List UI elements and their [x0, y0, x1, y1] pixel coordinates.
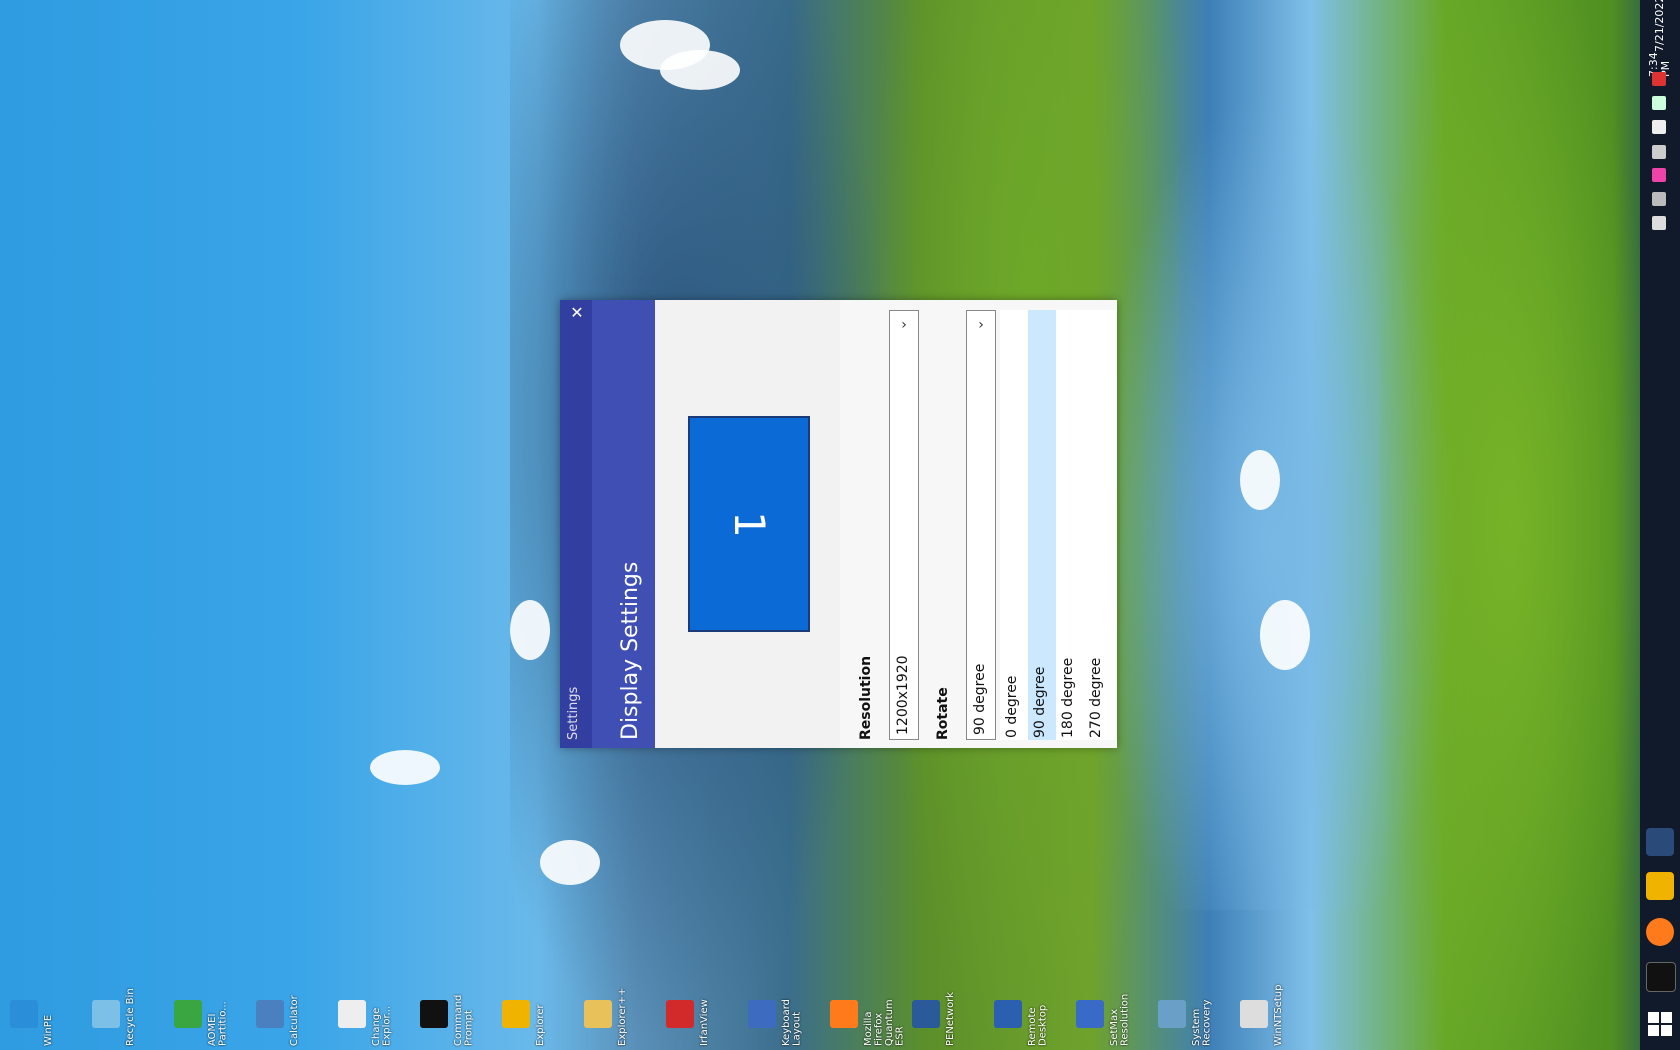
- wallpaper-grass-right: [1380, 0, 1640, 1050]
- app-icon: [748, 1000, 776, 1028]
- desktop-icon-label: Keyboard Layout: [781, 998, 803, 1046]
- app-icon: [256, 1000, 284, 1028]
- desktop-icon-label: Recycle Bin: [125, 988, 136, 1046]
- app-label: Settings: [566, 686, 581, 740]
- desktop-icon-label: IrfanView: [699, 999, 710, 1046]
- monitor-preview[interactable]: 1: [688, 416, 810, 632]
- taskbar-explorer-icon[interactable]: [1646, 872, 1674, 900]
- app-icon: [174, 1000, 202, 1028]
- app-icon: [666, 1000, 694, 1028]
- rotate-option-selected[interactable]: 90 degree: [1028, 310, 1056, 740]
- chevron-down-icon: ›: [901, 317, 907, 333]
- cloud: [1260, 600, 1310, 670]
- display-icon[interactable]: [1652, 192, 1666, 206]
- desktop-icon-label: Command Prompt: [453, 994, 475, 1046]
- usb-icon[interactable]: [1652, 120, 1666, 134]
- desktop-icon[interactable]: Mozilla Firefox Quantum ESR: [826, 986, 906, 1048]
- app-icon: [1158, 1000, 1186, 1028]
- rotate-value: 90 degree: [972, 663, 988, 735]
- desktop-icon[interactable]: Command Prompt: [416, 986, 488, 1048]
- desktop-icon[interactable]: Explorer: [498, 986, 570, 1048]
- display-settings-window: ✕ Settings Display Settings 1 Resolution…: [560, 300, 1117, 748]
- chevron-down-icon: ›: [978, 317, 984, 333]
- app-icon: [1076, 1000, 1104, 1028]
- taskbar-settings-icon[interactable]: [1646, 828, 1674, 856]
- close-icon[interactable]: ✕: [568, 304, 586, 322]
- desktop-icon[interactable]: PENetwork: [908, 986, 980, 1048]
- app-icon: [584, 1000, 612, 1028]
- desktop-icon[interactable]: Keyboard Layout: [744, 986, 816, 1048]
- keyboard-icon[interactable]: [1652, 145, 1666, 159]
- desktop-icon-label: Explorer: [535, 1004, 546, 1046]
- desktop-icon-label: Change Explor...: [371, 1005, 393, 1046]
- desktop-icon-label: WinPE: [43, 1014, 54, 1046]
- desktop-icon-label: Mozilla Firefox Quantum ESR: [863, 999, 906, 1046]
- resolution-label: Resolution: [858, 655, 874, 740]
- rotate-option[interactable]: 180 degree: [1056, 310, 1084, 740]
- desktop-icon[interactable]: WinPE: [6, 986, 78, 1048]
- desktop-icon[interactable]: IrfanView: [662, 986, 734, 1048]
- desktop-icon[interactable]: System Recovery: [1154, 986, 1226, 1048]
- desktop-icon-label: AOMEI Partitio...: [207, 1001, 229, 1046]
- app-icon: [338, 1000, 366, 1028]
- desktop-icon-label: Calculator: [289, 995, 300, 1046]
- desktop-icon[interactable]: Remote Desktop: [990, 986, 1062, 1048]
- app-icon: [420, 1000, 448, 1028]
- rotate-option[interactable]: 0 degree: [1000, 310, 1028, 740]
- cloud: [1240, 450, 1280, 510]
- app-icon: [912, 1000, 940, 1028]
- tray-app-icon[interactable]: [1652, 216, 1666, 230]
- window-sidebar: ✕ Settings Display Settings: [560, 300, 655, 748]
- desktop-icon-label: PENetwork: [945, 991, 956, 1046]
- desktop-icon-label: Explorer++: [617, 987, 628, 1046]
- desktop-icon[interactable]: SetMax Resolution: [1072, 986, 1144, 1048]
- desktop-icon[interactable]: Recycle Bin: [88, 986, 160, 1048]
- app-icon: [830, 1000, 858, 1028]
- cloud: [540, 840, 600, 885]
- desktop-icon-label: Remote Desktop: [1027, 1004, 1049, 1046]
- desktop-icon-label: SetMax Resolution: [1109, 993, 1131, 1046]
- cloud: [510, 600, 550, 660]
- monitor-number: 1: [724, 510, 774, 538]
- desktop-icon-label: System Recovery: [1191, 999, 1213, 1046]
- rotate-dropdown[interactable]: › 90 degree: [966, 310, 996, 740]
- page-title: Display Settings: [618, 561, 643, 740]
- app-icon: [502, 1000, 530, 1028]
- desktop-icon[interactable]: Calculator: [252, 986, 324, 1048]
- cloud: [660, 50, 740, 90]
- network-icon[interactable]: [1652, 96, 1666, 110]
- volume-muted-icon[interactable]: [1652, 72, 1666, 86]
- rotate-options-list: 0 degree 90 degree 180 degree 270 degree: [1000, 310, 1117, 740]
- desktop-icon-label: WinNTSetup: [1273, 984, 1284, 1046]
- app-icon: [10, 1000, 38, 1028]
- desktop-icon[interactable]: Explorer++: [580, 986, 652, 1048]
- color-icon[interactable]: [1652, 168, 1666, 182]
- rotate-label: Rotate: [935, 687, 951, 740]
- desktop-icon[interactable]: Change Explor...: [334, 986, 406, 1048]
- app-icon: [994, 1000, 1022, 1028]
- taskbar-clock[interactable]: 7:34 PM 7/21/2022: [1642, 0, 1678, 77]
- taskbar-firefox-icon[interactable]: [1646, 918, 1674, 946]
- desktop-icon[interactable]: AOMEI Partitio...: [170, 986, 242, 1048]
- clock-date: 7/21/2022: [1652, 0, 1666, 52]
- resolution-value: 1200x1920: [895, 655, 911, 735]
- app-icon: [1240, 1000, 1268, 1028]
- taskbar-cmd-icon[interactable]: [1646, 962, 1676, 992]
- cloud: [370, 750, 440, 785]
- app-icon: [92, 1000, 120, 1028]
- desktop-icon[interactable]: WinNTSetup: [1236, 984, 1308, 1048]
- resolution-dropdown[interactable]: › 1200x1920: [889, 310, 919, 740]
- rotate-option[interactable]: 270 degree: [1084, 310, 1112, 740]
- start-button[interactable]: [1648, 1012, 1672, 1036]
